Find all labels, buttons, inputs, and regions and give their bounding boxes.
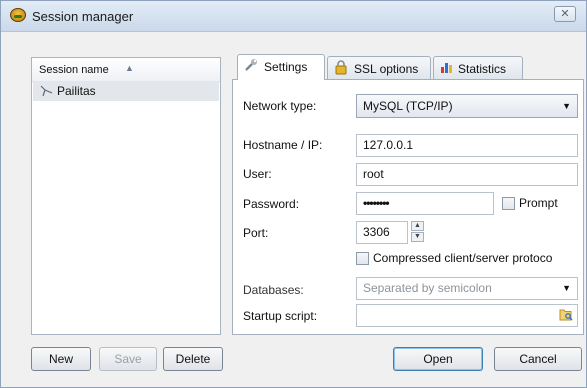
compressed-protocol-checkbox[interactable]	[356, 252, 369, 265]
user-input[interactable]: root	[356, 163, 578, 186]
network-type-value: MySQL (TCP/IP)	[363, 99, 453, 113]
tab-ssl-options-label: SSL options	[354, 62, 419, 76]
compressed-protocol-label: Compressed client/server protoco	[373, 251, 553, 265]
column-header-label: Session name	[39, 64, 109, 76]
hostname-input[interactable]: 127.0.0.1	[356, 134, 578, 157]
port-input[interactable]: 3306	[356, 221, 408, 244]
network-type-label: Network type:	[243, 99, 317, 113]
tab-statistics[interactable]: Statistics	[433, 56, 523, 80]
tab-settings-label: Settings	[264, 60, 308, 74]
open-button[interactable]: Open	[393, 347, 483, 371]
tab-settings[interactable]: Settings	[237, 54, 325, 80]
databases-label: Databases:	[243, 283, 304, 297]
sort-ascending-icon: ▲	[125, 63, 134, 73]
window-title: Session manager	[32, 9, 134, 24]
databases-placeholder: Separated by semicolon	[363, 281, 492, 295]
open-file-icon[interactable]	[559, 308, 574, 324]
tab-statistics-label: Statistics	[458, 62, 507, 76]
prompt-checkbox[interactable]	[502, 197, 515, 210]
session-item[interactable]: Pailitas	[33, 81, 219, 101]
startup-script-input[interactable]	[356, 304, 578, 327]
hostname-label: Hostname / IP:	[243, 138, 323, 152]
settings-panel: Network type: MySQL (TCP/IP) ▼ Hostname …	[232, 79, 584, 335]
session-item-label: Pailitas	[57, 84, 96, 98]
user-label: User:	[243, 167, 272, 181]
wrench-icon	[243, 57, 259, 80]
close-button[interactable]: ✕	[554, 6, 576, 22]
heidisql-logo-icon	[10, 8, 26, 22]
port-decrement-button[interactable]: ▼	[411, 232, 424, 242]
startup-script-label: Startup script:	[243, 309, 318, 323]
prompt-label: Prompt	[519, 196, 558, 210]
password-input[interactable]: ••••••••	[356, 192, 494, 215]
network-type-select[interactable]: MySQL (TCP/IP) ▼	[356, 94, 578, 118]
cancel-button[interactable]: Cancel	[494, 347, 582, 371]
session-list[interactable]: Session name ▲ Pailitas	[31, 57, 221, 335]
chevron-down-icon: ▼	[562, 101, 571, 111]
title-bar: Session manager ✕	[1, 1, 586, 32]
connection-icon	[40, 84, 53, 100]
session-name-column-header[interactable]: Session name ▲	[32, 58, 220, 82]
new-session-button[interactable]: New	[31, 347, 91, 371]
databases-select[interactable]: Separated by semicolon ▼	[356, 277, 578, 300]
session-manager-window: Session manager ✕ Session name ▲ Pailita…	[0, 0, 587, 388]
port-label: Port:	[243, 226, 269, 240]
delete-session-button[interactable]: Delete	[163, 347, 223, 371]
save-session-button[interactable]: Save	[99, 347, 157, 371]
port-increment-button[interactable]: ▲	[411, 221, 424, 231]
password-label: Password:	[243, 197, 300, 211]
chevron-down-icon: ▼	[562, 283, 571, 293]
tab-ssl-options[interactable]: SSL options	[327, 56, 431, 80]
